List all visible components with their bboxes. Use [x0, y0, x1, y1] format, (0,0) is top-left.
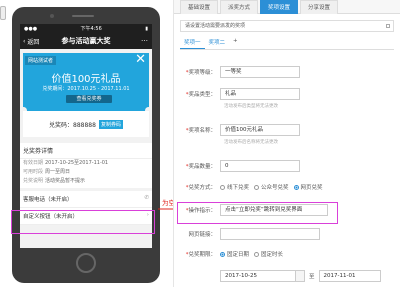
detail-value: 周一至周日	[45, 169, 71, 175]
battery-icon: ▮	[145, 25, 148, 32]
detail-key: 有效日期	[23, 160, 44, 166]
quantity-input[interactable]: 0	[220, 160, 300, 172]
detail-value: 活动奖品暂不提示	[45, 178, 86, 184]
close-icon[interactable]: ✕	[135, 53, 146, 66]
web-link-row: 网页链接：	[174, 228, 400, 240]
radio-label: 固定日期	[227, 252, 250, 258]
detail-value: 2017-10-25至2017-11-01	[45, 160, 109, 166]
tab-delivery[interactable]: 派奖方式	[220, 0, 259, 14]
radio-label: 网页兑奖	[300, 185, 323, 191]
period-label: *兑奖期限：	[185, 252, 216, 258]
radio-label: 固定时长	[261, 252, 284, 258]
tab-basic[interactable]: 基础设置	[180, 0, 219, 14]
type-row: *奖品类型： 礼品	[174, 88, 400, 100]
details-header: 兑奖券详情	[20, 143, 152, 159]
tab-prizes[interactable]: 奖项设置	[260, 0, 299, 14]
phone-nav-bar: ‹ 返回 参与活动赢大奖 …	[20, 33, 152, 49]
name-input[interactable]: 价值100元礼品	[220, 124, 300, 136]
phone-preview-panel: ●●● 下午4:56 ▮ ‹ 返回 参与活动赢大奖 … 网站测试者 ✕ 价值10…	[0, 0, 172, 287]
subtab-prize-2[interactable]: 奖项二	[205, 36, 230, 49]
prize-title: 价值100元礼品	[51, 74, 121, 85]
radio-dot-selected	[293, 184, 299, 190]
redeem-row: *兑奖方式： 线下兑奖 公众号兑奖 网页兑奖	[174, 183, 400, 191]
radio-dot	[254, 251, 260, 257]
phone-icon: ✆	[144, 195, 149, 201]
tab-share[interactable]: 分享设置	[300, 0, 339, 14]
valid-period: 兑奖期间：2017.10.25 - 2017.11.01	[42, 86, 130, 92]
radio-web[interactable]: 网页兑奖	[293, 183, 323, 191]
web-link-label: 网页链接：	[188, 232, 216, 238]
prize-subtabs: 奖项一 奖项二 +	[180, 36, 394, 50]
level-row: *奖项等级： 一等奖	[174, 66, 400, 78]
detail-row: 兑奖说明 活动奖品暂不提示	[20, 177, 152, 188]
empty-area-highlight	[11, 210, 155, 234]
type-hint: 活动发布后类型将无法更改	[224, 104, 278, 109]
radio-official-account[interactable]: 公众号兑奖	[254, 183, 289, 191]
detail-key: 可用时段	[23, 169, 44, 175]
web-link-highlight	[177, 202, 338, 224]
notice-text: 请设置活动需要派发的奖项	[185, 23, 246, 29]
type-label: *奖品类型：	[185, 92, 216, 98]
more-icon[interactable]: …	[141, 35, 148, 43]
radio-offline[interactable]: 线下兑奖	[220, 183, 249, 191]
settings-handle[interactable]	[0, 6, 6, 20]
radio-fixed-duration[interactable]: 固定时长	[254, 250, 283, 258]
radio-dot-selected	[220, 251, 225, 257]
status-time: 下午4:56	[80, 26, 102, 32]
page-title: 参与活动赢大奖	[61, 37, 111, 45]
radio-label: 线下兑奖	[227, 185, 250, 191]
level-label: *奖项等级：	[185, 70, 216, 76]
period-row: *兑奖期限： 固定日期 固定时长	[174, 250, 400, 258]
radio-dot	[220, 184, 225, 190]
end-date-input[interactable]: 2017-11-01	[318, 270, 381, 282]
subtab-prize-1[interactable]: 奖项一	[180, 36, 205, 49]
page: { "phone": { "status_time": "下午4:56", "s…	[0, 0, 400, 287]
start-date-input[interactable]: 2017-10-25	[220, 270, 296, 282]
notice-bar: 请设置活动需要派发的奖项	[180, 20, 394, 32]
type-input[interactable]: 礼品	[220, 88, 300, 100]
copy-code-button[interactable]: 复制券码	[98, 119, 123, 129]
quantity-row: *奖品数量： 0	[174, 160, 400, 172]
quantity-label: *奖品数量：	[185, 164, 216, 170]
status-bar: ●●● 下午4:56 ▮	[20, 24, 152, 33]
redeem-code: 兑奖码：888888	[49, 121, 96, 129]
detail-row: 有效日期 2017-10-25至2017-11-01	[20, 159, 152, 168]
voucher-details: 兑奖券详情 有效日期 2017-10-25至2017-11-01 可用时段 周一…	[20, 143, 152, 188]
name-hint: 活动发布后名称将无法更改	[224, 140, 278, 145]
detail-row: 可用时段 周一至周日	[20, 168, 152, 177]
chevron-left-icon: ‹	[23, 37, 26, 45]
shop-badge: 网站测试者	[25, 56, 57, 65]
redeem-label: *兑奖方式：	[185, 185, 216, 191]
prize-ticket: 网站测试者 ✕ 价值100元礼品 兑奖期间：2017.10.25 - 2017.…	[23, 53, 149, 137]
date-range-row: 2017-10-25 至 2017-11-01	[174, 270, 400, 282]
signal-indicator: ●●●	[24, 25, 38, 32]
service-phone-label: 客服电话（未开启）	[23, 197, 73, 203]
code-strip: 兑奖码：888888 复制券码	[23, 111, 149, 137]
name-label: *奖项名称：	[185, 128, 216, 134]
add-prize-button[interactable]: +	[229, 36, 242, 49]
view-voucher-button[interactable]: 查看兑奖券	[66, 95, 112, 103]
settings-tabs: 基础设置 派奖方式 奖项设置 分享设置	[174, 0, 400, 14]
calendar-icon[interactable]	[296, 270, 305, 282]
prize-settings-panel: 基础设置 派奖方式 奖项设置 分享设置 请设置活动需要派发的奖项 奖项一 奖项二…	[173, 0, 400, 287]
camera-dot	[50, 14, 54, 18]
detail-key: 兑奖说明	[23, 178, 44, 184]
service-phone-row[interactable]: 客服电话（未开启） ✆	[20, 191, 152, 208]
radio-label: 公众号兑奖	[261, 185, 289, 191]
back-label: 返回	[27, 38, 40, 46]
level-input[interactable]: 一等奖	[220, 66, 300, 78]
web-link-input[interactable]	[220, 228, 320, 240]
notice-checkbox[interactable]	[386, 24, 390, 28]
home-button[interactable]	[76, 253, 96, 273]
date-separator: 至	[309, 274, 315, 280]
back-button[interactable]: ‹ 返回	[20, 37, 39, 46]
phone-frame: ●●● 下午4:56 ▮ ‹ 返回 参与活动赢大奖 … 网站测试者 ✕ 价值10…	[12, 7, 160, 283]
radio-fixed-date[interactable]: 固定日期	[220, 250, 249, 258]
radio-dot	[254, 184, 260, 190]
name-row: *奖项名称： 价值100元礼品	[174, 124, 400, 136]
speaker-slot	[72, 15, 94, 17]
